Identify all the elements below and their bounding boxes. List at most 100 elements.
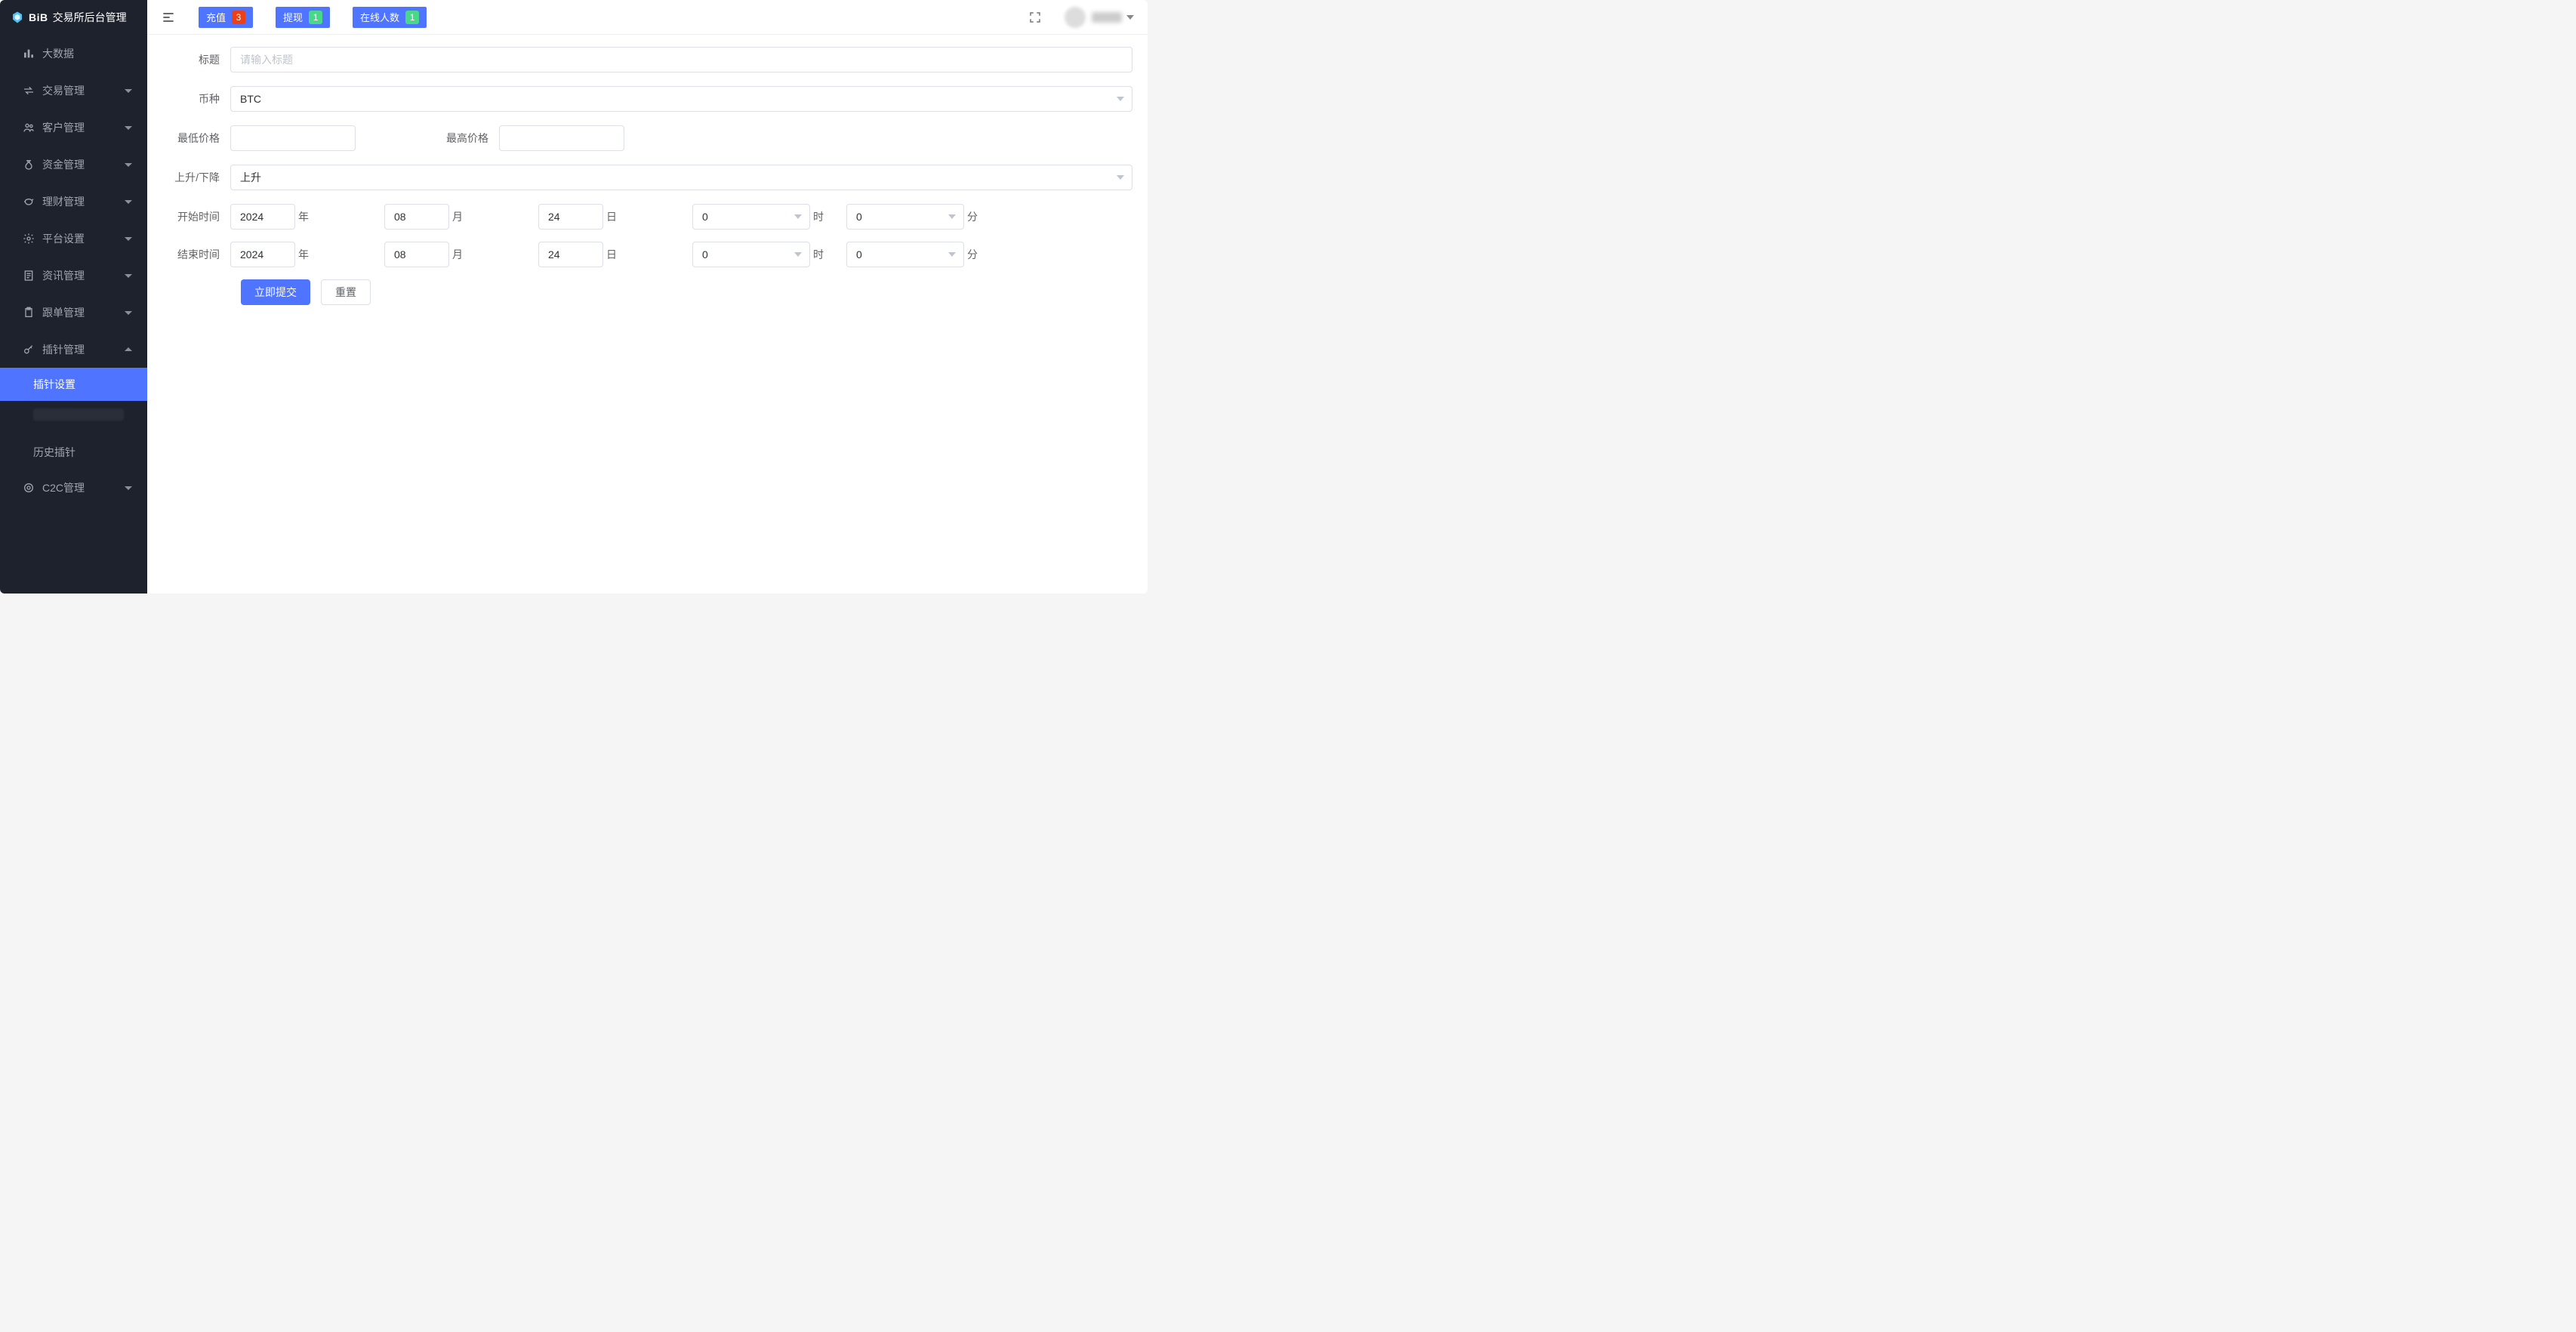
chevron-down-icon <box>125 124 132 131</box>
key-icon <box>23 344 35 356</box>
sidebar-item-label: 资金管理 <box>42 157 125 172</box>
max-price-input[interactable] <box>499 125 624 151</box>
start-minute-value: 0 <box>856 211 862 223</box>
chevron-down-icon <box>948 252 956 257</box>
unit-hour: 时 <box>813 209 824 224</box>
sidebar-item-finance[interactable]: 理财管理 <box>0 183 147 220</box>
sidebar-toggle-button[interactable] <box>161 10 176 25</box>
min-price-input[interactable] <box>230 125 356 151</box>
app-root: BiB 交易所后台管理 大数据 交易管理 客户管理 资金管理 <box>0 0 1148 594</box>
coin-select[interactable]: BTC <box>230 86 1132 112</box>
reset-button[interactable]: 重置 <box>321 279 371 305</box>
chevron-down-icon <box>125 87 132 94</box>
sidebar-item-funds[interactable]: 资金管理 <box>0 146 147 183</box>
title-input[interactable] <box>230 47 1132 72</box>
start-hour-select[interactable]: 0 <box>692 204 810 230</box>
end-time-label: 结束时间 <box>162 247 230 262</box>
fullscreen-button[interactable] <box>1028 11 1042 24</box>
direction-label: 上升/下降 <box>162 170 230 185</box>
main-area: 充值 3 提现 1 在线人数 1 标题 <box>147 0 1148 594</box>
unit-day: 日 <box>606 209 617 224</box>
withdraw-badge: 1 <box>309 11 322 24</box>
sidebar-item-bigdata[interactable]: 大数据 <box>0 35 147 72</box>
user-name-redacted <box>1092 12 1122 23</box>
sidebar-item-trading[interactable]: 交易管理 <box>0 72 147 109</box>
user-menu[interactable] <box>1065 7 1134 28</box>
chevron-down-icon <box>125 235 132 242</box>
end-year-input[interactable] <box>230 242 295 267</box>
sidebar-item-label: 插针管理 <box>42 342 125 357</box>
unit-day: 日 <box>606 247 617 262</box>
sidebar-item-news[interactable]: 资讯管理 <box>0 257 147 294</box>
brand-name: BiB <box>29 11 48 23</box>
end-month-input[interactable] <box>384 242 449 267</box>
online-badge: 1 <box>405 11 419 24</box>
sidebar-subitem-redacted[interactable] <box>0 409 147 436</box>
unit-month: 月 <box>452 247 463 262</box>
end-day-input[interactable] <box>538 242 603 267</box>
sidebar-item-customers[interactable]: 客户管理 <box>0 109 147 146</box>
coin-select-value: BTC <box>240 93 261 105</box>
chevron-down-icon <box>794 252 802 257</box>
topbar: 充值 3 提现 1 在线人数 1 <box>147 0 1148 35</box>
chevron-down-icon <box>125 198 132 205</box>
brand-title: 交易所后台管理 <box>53 10 127 25</box>
start-month-input[interactable] <box>384 204 449 230</box>
start-day-input[interactable] <box>538 204 603 230</box>
unit-minute: 分 <box>967 209 978 224</box>
unit-month: 月 <box>452 209 463 224</box>
start-hour-value: 0 <box>702 211 708 223</box>
chevron-down-icon <box>1117 97 1124 101</box>
sidebar-item-label: 交易管理 <box>42 83 125 98</box>
chevron-down-icon <box>1126 15 1134 20</box>
start-time-label: 开始时间 <box>162 209 230 224</box>
topbar-deposit-button[interactable]: 充值 3 <box>199 7 253 28</box>
sidebar-subitem-pin-history[interactable]: 历史插针 <box>0 436 147 469</box>
chevron-down-icon <box>1117 175 1124 180</box>
topbar-withdraw-button[interactable]: 提现 1 <box>276 7 330 28</box>
start-minute-select[interactable]: 0 <box>846 204 964 230</box>
document-icon <box>23 270 35 282</box>
chevron-down-icon <box>125 309 132 316</box>
redacted-icon <box>33 409 124 421</box>
direction-select[interactable]: 上升 <box>230 165 1132 190</box>
submit-button[interactable]: 立即提交 <box>241 279 310 305</box>
topbar-withdraw-label: 提现 <box>283 10 303 24</box>
unit-year: 年 <box>298 247 309 262</box>
moneybag-icon <box>23 159 35 171</box>
start-year-input[interactable] <box>230 204 295 230</box>
sidebar-item-label: 客户管理 <box>42 120 125 135</box>
end-minute-value: 0 <box>856 248 862 261</box>
sidebar-menu: 大数据 交易管理 客户管理 资金管理 理财管理 <box>0 35 147 594</box>
end-hour-select[interactable]: 0 <box>692 242 810 267</box>
chevron-down-icon <box>125 161 132 168</box>
topbar-online-label: 在线人数 <box>360 10 399 24</box>
min-price-label: 最低价格 <box>162 131 230 146</box>
piggybank-icon <box>23 196 35 208</box>
topbar-deposit-label: 充值 <box>206 10 226 24</box>
form-content: 标题 币种 BTC 最低价格 最高价格 上升/下降 <box>147 35 1148 594</box>
sidebar-item-label: 理财管理 <box>42 194 125 209</box>
sidebar: BiB 交易所后台管理 大数据 交易管理 客户管理 资金管理 <box>0 0 147 594</box>
chevron-down-icon <box>948 214 956 219</box>
sidebar-item-pin[interactable]: 插针管理 <box>0 331 147 368</box>
unit-hour: 时 <box>813 247 824 262</box>
coin-label: 币种 <box>162 91 230 106</box>
unit-year: 年 <box>298 209 309 224</box>
end-minute-select[interactable]: 0 <box>846 242 964 267</box>
exchange-icon <box>23 85 35 97</box>
sidebar-item-label: 资讯管理 <box>42 268 125 283</box>
sidebar-item-c2c[interactable]: C2C管理 <box>0 469 147 506</box>
sidebar-item-label: C2C管理 <box>42 480 125 495</box>
avatar <box>1065 7 1086 28</box>
sidebar-item-platform[interactable]: 平台设置 <box>0 220 147 257</box>
unit-minute: 分 <box>967 247 978 262</box>
sidebar-header: BiB 交易所后台管理 <box>0 0 147 35</box>
topbar-online-button[interactable]: 在线人数 1 <box>353 7 427 28</box>
gear-icon <box>23 233 35 245</box>
sidebar-subitem-pin-settings[interactable]: 插针设置 <box>0 368 147 401</box>
dashboard-icon <box>23 48 35 60</box>
sidebar-item-copytrade[interactable]: 跟单管理 <box>0 294 147 331</box>
end-hour-value: 0 <box>702 248 708 261</box>
sidebar-subitem-label: 历史插针 <box>33 446 75 458</box>
